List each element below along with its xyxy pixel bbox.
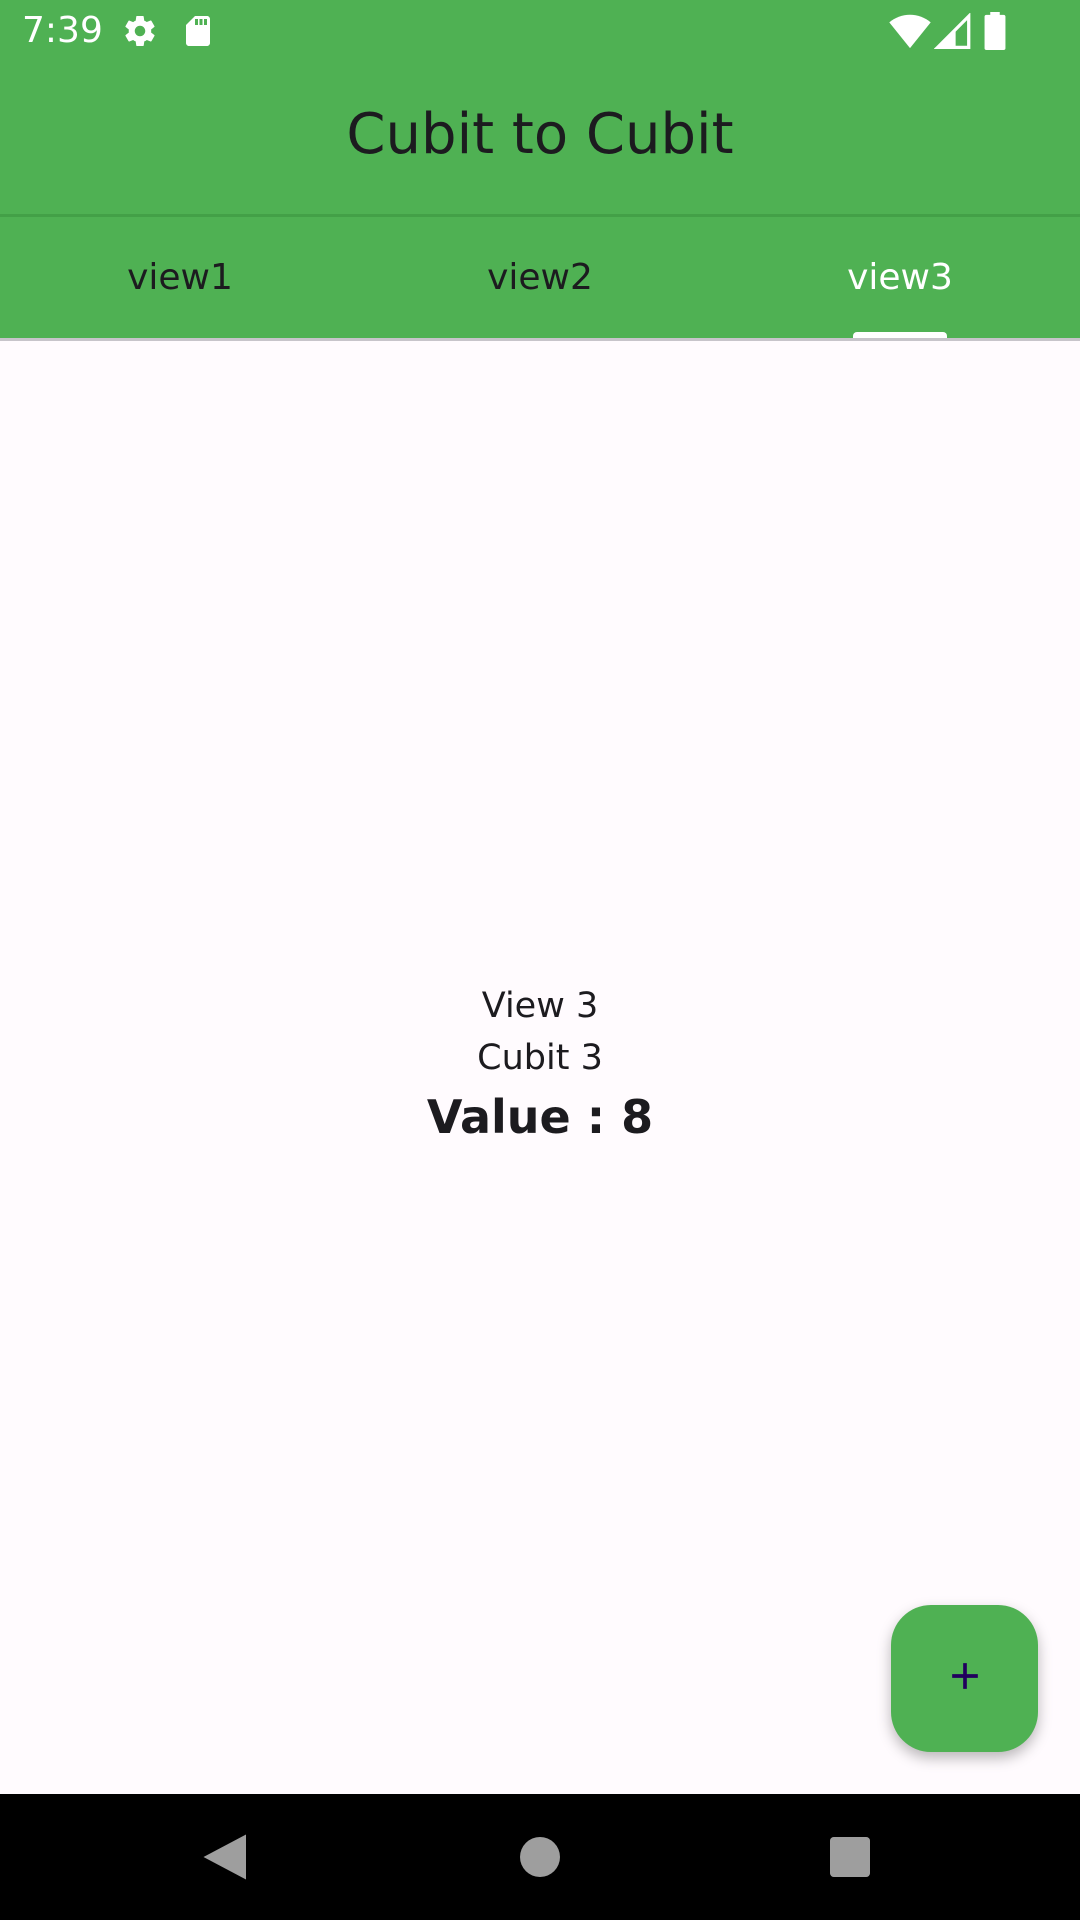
tab-view3[interactable]: view3 <box>720 217 1080 338</box>
app-screen: 7:39 Cubit to Cubit view1 view2 view3 Vi… <box>0 0 1080 1920</box>
view-label: View 3 <box>481 986 599 1026</box>
tab-bar-divider <box>0 338 1080 341</box>
tab-view1[interactable]: view1 <box>0 217 360 338</box>
tab-bar: view1 view2 view3 <box>0 217 1080 340</box>
plus-icon <box>943 1654 987 1703</box>
app-bar: Cubit to Cubit <box>0 62 1080 216</box>
status-bar: 7:39 <box>0 0 1080 62</box>
cubit-label: Cubit 3 <box>477 1038 603 1078</box>
page-title: Cubit to Cubit <box>346 102 734 167</box>
sd-card-icon <box>180 13 216 49</box>
recents-icon[interactable] <box>820 1827 880 1887</box>
back-icon[interactable] <box>196 1827 256 1887</box>
home-icon[interactable] <box>510 1827 570 1887</box>
view-content: View 3 Cubit 3 Value : 8 <box>0 980 1080 1150</box>
value-text: Value : 8 <box>426 1090 654 1144</box>
battery-icon <box>983 12 1007 51</box>
wifi-icon <box>888 13 932 49</box>
increment-fab-button[interactable] <box>891 1605 1038 1752</box>
system-nav-bar <box>0 1794 1080 1920</box>
gear-icon <box>122 13 158 49</box>
tab-view2[interactable]: view2 <box>360 217 720 338</box>
cell-signal-icon <box>933 12 974 49</box>
status-time: 7:39 <box>22 10 103 51</box>
